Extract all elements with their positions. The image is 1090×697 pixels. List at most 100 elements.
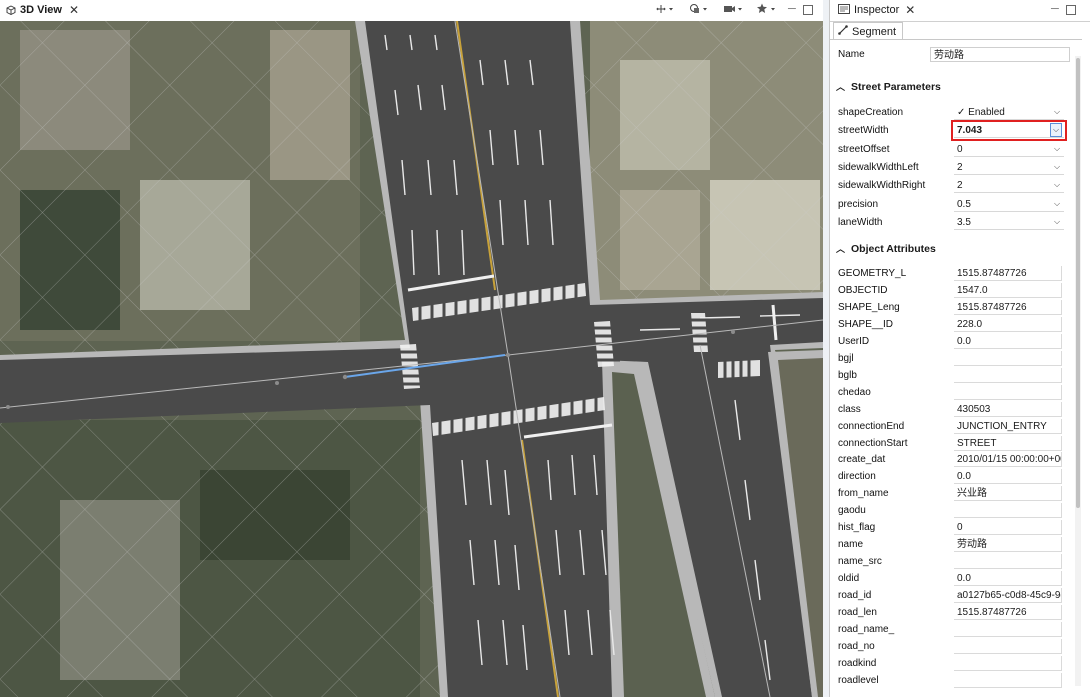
attribute-label: GEOMETRY_L <box>838 268 907 279</box>
attribute-value-field[interactable] <box>954 638 1062 654</box>
attribute-value-field[interactable]: 430503 <box>954 401 1062 417</box>
attribute-label: oldid <box>838 573 860 585</box>
tab-inspector-label: Inspector <box>854 4 900 16</box>
chevron-down-icon[interactable]: ⌵ <box>1052 142 1062 156</box>
close-icon[interactable]: ✕ <box>69 3 79 17</box>
attribute-label: roadkind <box>838 657 877 669</box>
attribute-label: class <box>838 403 861 415</box>
attribute-label: road_no <box>838 640 875 652</box>
attribute-value-field[interactable]: 1547.0 <box>954 282 1062 298</box>
attribute-row: roadkind <box>838 655 1064 672</box>
chevron-down-icon[interactable]: ⌵ <box>1052 160 1062 174</box>
chevron-down-icon[interactable]: ⌵ <box>1050 123 1062 138</box>
cube-icon <box>6 5 16 16</box>
name-field[interactable]: 劳动路 <box>930 47 1070 62</box>
attribute-row: from_name 兴业路 <box>838 485 1064 502</box>
tab-inspector[interactable]: Inspector ✕ <box>838 0 915 20</box>
attribute-value-field[interactable] <box>954 672 1062 688</box>
inspector-scrollbar[interactable] <box>1075 56 1081 686</box>
inspector-panel: Inspector ✕ ─ Segment Name 劳动路 ︿ Street … <box>829 0 1090 697</box>
chevron-down-icon[interactable]: ⌵ <box>1052 197 1062 211</box>
navigation-icon[interactable] <box>655 3 677 15</box>
attribute-row: chedao <box>838 384 1064 401</box>
view-panel: 3D View ✕ ─ <box>0 0 823 697</box>
attribute-value-field[interactable]: 228.0 <box>954 316 1062 332</box>
attribute-value-field[interactable]: STREET <box>954 435 1062 451</box>
minimize-icon[interactable]: ─ <box>1051 3 1059 15</box>
attribute-value-field[interactable]: 0.0 <box>954 571 1062 587</box>
view-tabbar: 3D View ✕ ─ <box>0 0 823 22</box>
street-param-row: laneWidth 3.5 ⌵ <box>838 214 1064 231</box>
maximize-icon[interactable] <box>803 5 813 15</box>
attribute-row: connectionStart STREET <box>838 435 1064 452</box>
street-param-select[interactable]: 2 ⌵ <box>954 160 1064 175</box>
scrollbar-thumb[interactable] <box>1076 58 1080 508</box>
attribute-value-field[interactable]: 1515.87487726 <box>954 266 1062 281</box>
attribute-row: road_len 1515.87487726 <box>838 604 1064 621</box>
attribute-value-field[interactable]: 劳动路 <box>954 537 1062 553</box>
street-param-select[interactable]: 0 ⌵ <box>954 142 1064 157</box>
attribute-value-field[interactable] <box>954 503 1062 519</box>
street-param-select[interactable]: ✓ Enabled ⌵ <box>954 105 1064 120</box>
street-param-value: 3.5 <box>957 216 971 228</box>
street-width-select[interactable]: 7.043 ⌵ <box>951 120 1067 142</box>
maximize-icon[interactable] <box>1066 5 1076 15</box>
attribute-row: class 430503 <box>838 401 1064 418</box>
attribute-row: road_id a0127b65-c0d8-45c9-9d <box>838 587 1064 604</box>
attribute-row: UserID 0.0 <box>838 333 1064 350</box>
attribute-label: bglb <box>838 369 857 381</box>
minimize-icon[interactable]: ─ <box>788 3 796 15</box>
attribute-value-field[interactable]: 兴业路 <box>954 486 1062 502</box>
street-param-label: sidewalkWidthLeft <box>838 161 919 173</box>
street-param-label: shapeCreation <box>838 107 904 118</box>
attribute-row: OBJECTID 1547.0 <box>838 282 1064 299</box>
attribute-label: name <box>838 539 864 551</box>
tab-segment[interactable]: Segment <box>833 22 904 40</box>
chevron-down-icon[interactable]: ⌵ <box>1052 215 1062 229</box>
attribute-row: bglb <box>838 367 1064 384</box>
chevron-down-icon[interactable]: ⌵ <box>1052 105 1062 119</box>
tab-3d-view[interactable]: 3D View ✕ <box>6 0 79 20</box>
street-param-value: ✓ Enabled <box>957 107 1005 118</box>
attribute-value-field[interactable]: 1515.87487726 <box>954 605 1062 620</box>
attribute-value-field[interactable]: JUNCTION_ENTRY <box>954 418 1062 434</box>
attribute-value-field[interactable] <box>954 655 1062 671</box>
attribute-value-field[interactable]: 1515.87487726 <box>954 299 1062 315</box>
street-params-title: Street Parameters <box>851 80 941 93</box>
attribute-row: name 劳动路 <box>838 536 1064 553</box>
attribute-value-field[interactable]: 0 <box>954 520 1062 536</box>
street-param-value: 2 <box>957 180 963 192</box>
attribute-label: UserID <box>838 335 870 347</box>
attribute-value-field[interactable] <box>954 350 1062 366</box>
tab-segment-label: Segment <box>852 25 897 38</box>
attribute-value-field[interactable]: a0127b65-c0d8-45c9-9d <box>954 588 1062 604</box>
attribute-value-field[interactable]: 0.0 <box>954 333 1062 349</box>
chevron-down-icon[interactable]: ⌵ <box>1052 178 1062 192</box>
close-icon[interactable]: ✕ <box>905 3 915 17</box>
street-param-select[interactable]: 0.5 ⌵ <box>954 197 1064 212</box>
object-attrs-title: Object Attributes <box>851 242 936 255</box>
street-param-label: laneWidth <box>838 216 883 228</box>
attribute-row: roadlevel <box>838 672 1064 689</box>
attribute-row: SHAPE__ID 228.0 <box>838 316 1064 333</box>
attribute-value-field[interactable] <box>954 621 1062 637</box>
attribute-label: OBJECTID <box>838 284 888 296</box>
camera-icon[interactable] <box>723 3 745 15</box>
attribute-value-field[interactable] <box>954 554 1062 570</box>
attribute-row: SHAPE_Leng 1515.87487726 <box>838 299 1064 316</box>
layers-icon[interactable] <box>689 3 711 15</box>
attribute-label: SHAPE_Leng <box>838 301 900 313</box>
attribute-value-field[interactable]: 0.0 <box>954 469 1062 485</box>
object-attrs-header[interactable]: ︿ Object Attributes <box>836 242 936 255</box>
3d-viewport[interactable] <box>0 21 823 697</box>
attribute-value-field[interactable] <box>954 367 1062 383</box>
attribute-value-field[interactable] <box>954 384 1062 400</box>
street-params-header[interactable]: ︿ Street Parameters <box>836 80 941 93</box>
attribute-value-field[interactable]: 2010/01/15 00:00:00+00 <box>954 452 1062 468</box>
attribute-label: connectionEnd <box>838 420 905 432</box>
scene-render <box>0 21 823 697</box>
street-param-select[interactable]: 2 ⌵ <box>954 178 1064 194</box>
street-param-row: streetOffset 0 ⌵ <box>838 141 1064 158</box>
bookmark-star-icon[interactable] <box>757 3 779 15</box>
street-param-select[interactable]: 3.5 ⌵ <box>954 215 1064 230</box>
